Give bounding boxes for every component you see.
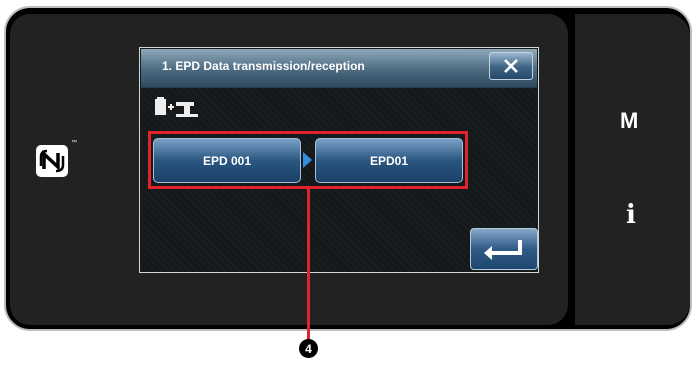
m-button[interactable]: M <box>620 108 638 134</box>
target-epd-button[interactable]: EPD01 <box>315 138 463 183</box>
side-button-panel <box>575 14 690 325</box>
dialog-title-bar: 1. EPD Data transmission/reception <box>141 49 537 88</box>
nfc-trademark: ™ <box>71 140 77 146</box>
source-epd-button[interactable]: EPD 001 <box>153 138 301 183</box>
enter-button[interactable] <box>470 228 538 270</box>
info-button[interactable]: i <box>626 200 636 230</box>
right-triangle-icon <box>303 152 312 168</box>
close-button[interactable] <box>489 52 533 80</box>
callout-leader-line <box>307 188 310 340</box>
close-icon <box>504 59 518 73</box>
dialog-title: 1. EPD Data transmission/reception <box>162 59 365 73</box>
sd-to-machine-icon <box>154 97 214 124</box>
enter-return-icon <box>484 240 522 260</box>
callout-number-badge: 4 <box>299 339 318 358</box>
nfc-icon <box>36 145 68 177</box>
